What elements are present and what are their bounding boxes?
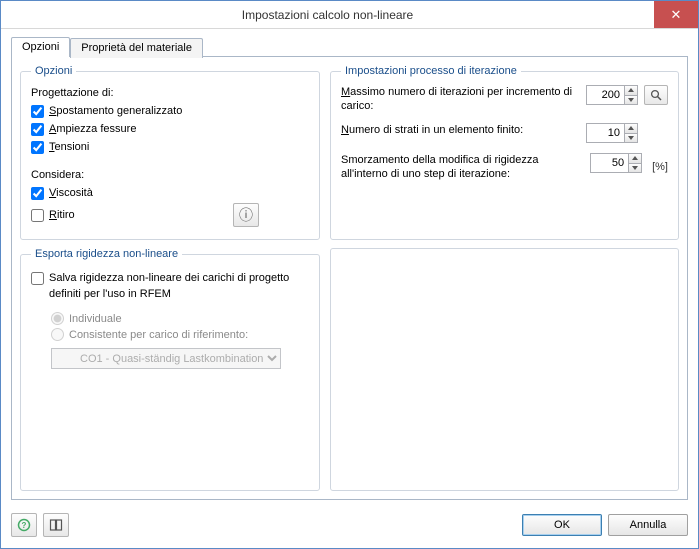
units-icon bbox=[49, 518, 63, 532]
groupbox-empty bbox=[330, 248, 679, 491]
spinner-smorz[interactable] bbox=[590, 153, 642, 173]
unit-percent: [%] bbox=[652, 161, 668, 173]
spinner-strati-buttons[interactable] bbox=[624, 123, 638, 143]
radio-individuale-label: Individuale bbox=[69, 313, 122, 325]
chevron-up-icon[interactable] bbox=[625, 86, 637, 96]
legend-export: Esporta rigidezza non-lineare bbox=[31, 248, 182, 260]
radio-consistente: Consistente per carico di riferimento: bbox=[51, 328, 309, 341]
spinner-max-iter-buttons[interactable] bbox=[624, 85, 638, 105]
checkbox-save-stiffness-input[interactable] bbox=[31, 272, 44, 285]
groupbox-opzioni: Opzioni Progettazione di: Spostamento ge… bbox=[20, 65, 320, 240]
label-progettazione: Progettazione di: bbox=[31, 87, 309, 99]
help-icon: ? bbox=[17, 518, 31, 532]
legend-opzioni: Opzioni bbox=[31, 65, 76, 77]
checkbox-tensioni-input[interactable] bbox=[31, 141, 44, 154]
spinner-max-iter-input[interactable] bbox=[586, 85, 624, 105]
checkbox-ritiro[interactable]: Ritiro bbox=[31, 207, 75, 223]
info-button[interactable]: ⓘ bbox=[233, 203, 259, 227]
titlebar: Impostazioni calcolo non-lineare ✕ bbox=[1, 1, 698, 29]
checkbox-ritiro-input[interactable] bbox=[31, 209, 44, 222]
chevron-down-icon[interactable] bbox=[629, 164, 641, 173]
tab-material-label: Proprietà del materiale bbox=[81, 42, 192, 54]
checkbox-spostamento-label: Spostamento generalizzato bbox=[49, 103, 182, 119]
close-icon: ✕ bbox=[671, 7, 682, 23]
chevron-up-icon[interactable] bbox=[625, 124, 637, 134]
combo-load-case: CO1 - Quasi-ständig Lastkombination bbox=[51, 348, 281, 369]
spinner-strati-input[interactable] bbox=[586, 123, 624, 143]
chevron-down-icon[interactable] bbox=[625, 134, 637, 143]
spinner-strati[interactable] bbox=[586, 123, 638, 143]
ok-button[interactable]: OK bbox=[522, 514, 602, 536]
checkbox-tensioni-label: Tensioni bbox=[49, 139, 89, 155]
row-max-iter: Massimo numero di iterazioni per increme… bbox=[341, 85, 668, 113]
checkbox-ritiro-label: Ritiro bbox=[49, 207, 75, 223]
groupbox-iterazione: Impostazioni processo di iterazione Mass… bbox=[330, 65, 679, 240]
magnifier-icon bbox=[650, 89, 663, 102]
row-smorz: Smorzamento della modifica di rigidezza … bbox=[341, 153, 668, 181]
label-strati: Numero di strati in un elemento finito: bbox=[341, 123, 580, 137]
help-button[interactable]: ? bbox=[11, 513, 37, 537]
label-considera: Considera: bbox=[31, 169, 309, 181]
cancel-button[interactable]: Annulla bbox=[608, 514, 688, 536]
window-title: Impostazioni calcolo non-lineare bbox=[1, 8, 654, 22]
checkbox-viscosita[interactable]: Viscosità bbox=[31, 185, 309, 201]
checkbox-save-stiffness[interactable]: Salva rigidezza non-lineare dei carichi … bbox=[31, 270, 309, 302]
cancel-button-label: Annulla bbox=[630, 519, 667, 531]
groupbox-export: Esporta rigidezza non-lineare Salva rigi… bbox=[20, 248, 320, 491]
spinner-max-iter[interactable] bbox=[586, 85, 638, 105]
checkbox-viscosita-input[interactable] bbox=[31, 187, 44, 200]
radio-consistente-label: Consistente per carico di riferimento: bbox=[69, 329, 248, 341]
top-row: Opzioni Progettazione di: Spostamento ge… bbox=[20, 65, 679, 240]
content-area: Opzioni Proprietà del materiale Opzioni … bbox=[1, 29, 698, 508]
tab-strip: Opzioni Proprietà del materiale bbox=[11, 37, 688, 57]
spinner-smorz-input[interactable] bbox=[590, 153, 628, 173]
checkbox-spostamento-input[interactable] bbox=[31, 105, 44, 118]
checkbox-ampiezza-label: Ampiezza fessure bbox=[49, 121, 136, 137]
dialog-footer: ? OK Annulla bbox=[1, 508, 698, 548]
tab-material[interactable]: Proprietà del materiale bbox=[70, 38, 203, 58]
tab-options[interactable]: Opzioni bbox=[11, 37, 70, 57]
label-smorz: Smorzamento della modifica di rigidezza … bbox=[341, 153, 584, 181]
checkbox-viscosita-label: Viscosità bbox=[49, 185, 93, 201]
svg-text:?: ? bbox=[22, 521, 27, 530]
label-max-iter: Massimo numero di iterazioni per increme… bbox=[341, 85, 580, 113]
legend-iterazione: Impostazioni processo di iterazione bbox=[341, 65, 521, 77]
bottom-row: Esporta rigidezza non-lineare Salva rigi… bbox=[20, 248, 679, 491]
checkbox-spostamento[interactable]: Spostamento generalizzato bbox=[31, 103, 309, 119]
row-strati: Numero di strati in un elemento finito: bbox=[341, 123, 668, 143]
radio-individuale: Individuale bbox=[51, 312, 309, 325]
checkbox-ampiezza[interactable]: Ampiezza fessure bbox=[31, 121, 309, 137]
radio-individuale-input bbox=[51, 312, 64, 325]
tab-options-label: Opzioni bbox=[22, 41, 59, 53]
spinner-smorz-buttons[interactable] bbox=[628, 153, 642, 173]
checkbox-tensioni[interactable]: Tensioni bbox=[31, 139, 309, 155]
checkbox-save-stiffness-label: Salva rigidezza non-lineare dei carichi … bbox=[49, 270, 309, 302]
close-button[interactable]: ✕ bbox=[654, 1, 698, 28]
ok-button-label: OK bbox=[554, 519, 570, 531]
tab-panel-options: Opzioni Progettazione di: Spostamento ge… bbox=[11, 56, 688, 500]
units-button[interactable] bbox=[43, 513, 69, 537]
checkbox-ampiezza-input[interactable] bbox=[31, 123, 44, 136]
info-icon: ⓘ bbox=[239, 205, 253, 225]
chevron-up-icon[interactable] bbox=[629, 154, 641, 164]
dialog-window: Impostazioni calcolo non-lineare ✕ Opzio… bbox=[0, 0, 699, 549]
search-iter-button[interactable] bbox=[644, 85, 668, 105]
chevron-down-icon[interactable] bbox=[625, 96, 637, 105]
radio-consistente-input bbox=[51, 328, 64, 341]
